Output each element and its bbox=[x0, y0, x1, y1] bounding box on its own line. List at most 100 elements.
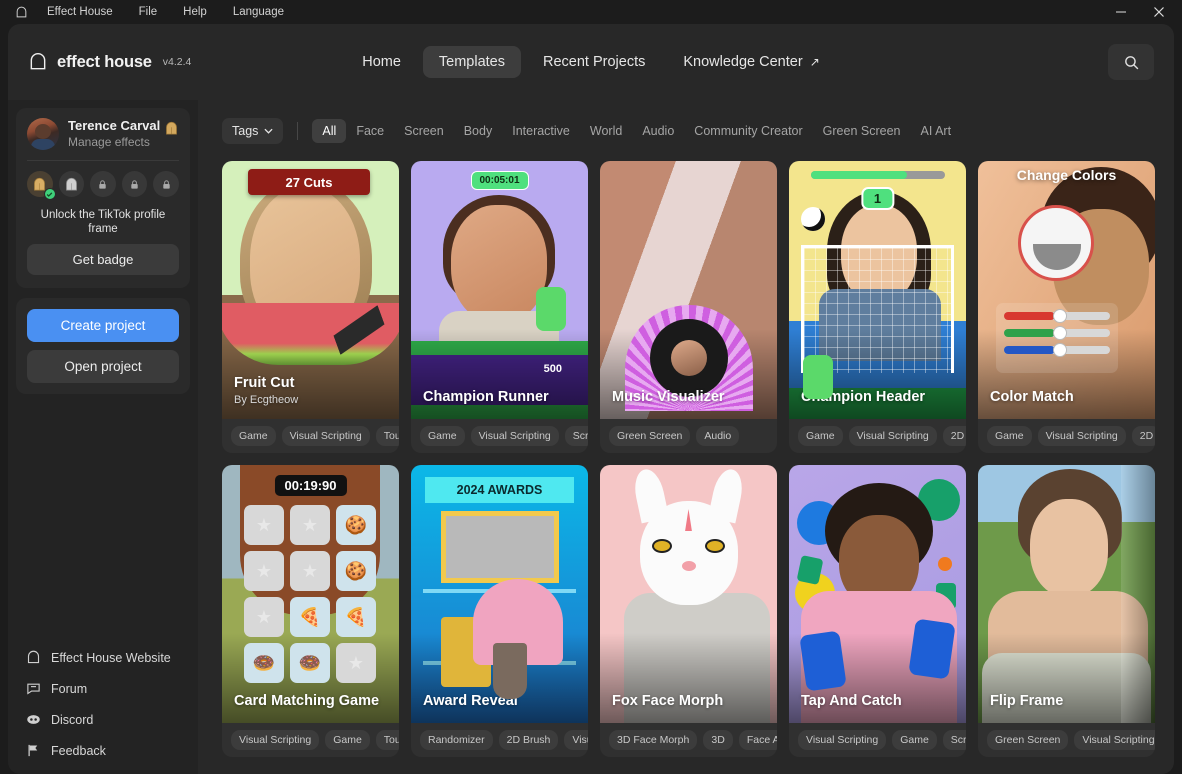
tag-pill[interactable]: Visual Scripting bbox=[798, 730, 887, 750]
menu-effect-house[interactable]: Effect House bbox=[34, 0, 126, 24]
content-area: Tags All Face Screen Body Interactive Wo… bbox=[198, 100, 1174, 774]
filter-chip-audio[interactable]: Audio bbox=[632, 119, 684, 143]
flag-icon bbox=[28, 744, 38, 757]
template-thumbnail: Change Colors Color Match bbox=[978, 161, 1155, 419]
template-card[interactable]: 27 Cuts Fruit Cut By Ecgtheow Game Visua… bbox=[222, 161, 399, 453]
tag-pill[interactable]: Touch bbox=[375, 426, 399, 446]
nav-templates[interactable]: Templates bbox=[422, 46, 521, 78]
menu-language[interactable]: Language bbox=[220, 0, 297, 24]
lock-icon bbox=[99, 179, 107, 189]
tag-pill[interactable]: Visual Scripting bbox=[848, 426, 937, 446]
tag-pill[interactable]: Face Aware bbox=[738, 730, 777, 750]
menu-help[interactable]: Help bbox=[170, 0, 220, 24]
template-card[interactable]: Music Visualizer Green Screen Audio bbox=[600, 161, 777, 453]
profile-panel: Terence Carval Manage effects Unlock the… bbox=[16, 108, 190, 288]
tag-pill[interactable]: Randomizer bbox=[420, 730, 493, 750]
tags-dropdown[interactable]: Tags bbox=[222, 118, 284, 144]
template-thumbnail: 2024 AWARDS Award Reveal bbox=[411, 465, 588, 723]
tag-pill[interactable]: 2D Physics bbox=[942, 426, 966, 446]
badge-slot-locked-1[interactable] bbox=[90, 171, 116, 197]
home-icon bbox=[30, 52, 46, 70]
tag-pill[interactable]: Audio bbox=[696, 426, 740, 446]
filter-chip-world[interactable]: World bbox=[580, 119, 632, 143]
create-project-button[interactable]: Create project bbox=[27, 309, 179, 342]
tag-pill[interactable]: Visual Scripting bbox=[281, 426, 370, 446]
badge-slot-locked-2[interactable] bbox=[121, 171, 148, 197]
badge-slot-locked-3[interactable] bbox=[153, 171, 179, 197]
menu-file[interactable]: File bbox=[126, 0, 171, 24]
filter-chip-green-screen[interactable]: Green Screen bbox=[813, 119, 911, 143]
sidebar-item-effect-house-website[interactable]: Effect House Website bbox=[26, 650, 186, 665]
profile-row[interactable]: Terence Carval Manage effects bbox=[27, 118, 179, 150]
brand[interactable]: effect house v4.2.4 bbox=[28, 52, 191, 72]
filter-chip-face[interactable]: Face bbox=[346, 119, 394, 143]
thumbnail-score: 500 bbox=[543, 363, 562, 375]
template-card[interactable]: Fox Face Morph 3D Face Morph 3D Face Awa… bbox=[600, 465, 777, 757]
tag-pill[interactable]: Game bbox=[892, 730, 937, 750]
tag-pill[interactable]: Green Screen bbox=[987, 730, 1069, 750]
filter-chip-body[interactable]: Body bbox=[454, 119, 503, 143]
nav-home[interactable]: Home bbox=[346, 46, 417, 78]
template-card[interactable]: Tap And Catch Visual Scripting Game Scre… bbox=[789, 465, 966, 757]
get-badge-button[interactable]: Get badge bbox=[27, 244, 179, 275]
tag-pill[interactable]: Game bbox=[325, 730, 370, 750]
search-icon bbox=[1124, 55, 1138, 69]
tag-pill[interactable]: Screen bbox=[942, 730, 966, 750]
template-title: Fox Face Morph bbox=[612, 693, 724, 709]
external-link-icon: ↗ bbox=[809, 55, 820, 69]
close-button[interactable] bbox=[1140, 0, 1178, 24]
brand-name: effect house bbox=[57, 52, 152, 71]
filter-chip-interactive[interactable]: Interactive bbox=[502, 119, 580, 143]
sidebar-link-label: Forum bbox=[51, 681, 88, 696]
tag-pill[interactable]: Visual Scripting bbox=[1074, 730, 1155, 750]
minimize-button[interactable] bbox=[1102, 0, 1140, 24]
badge-slot-silver[interactable] bbox=[58, 171, 85, 197]
template-card[interactable]: 1 Champion Header Game Visual Scripting … bbox=[789, 161, 966, 453]
tag-pill[interactable]: Visual Scripting bbox=[564, 730, 588, 750]
tag-pill[interactable]: 3D Face Morph bbox=[609, 730, 698, 750]
tag-pill[interactable]: 3D bbox=[703, 730, 733, 750]
template-card[interactable]: 500 00:05:01 Champion Runner Game Visual… bbox=[411, 161, 588, 453]
template-card[interactable]: 2024 AWARDS Award Reveal Randomizer 2D B… bbox=[411, 465, 588, 757]
discord-icon bbox=[27, 715, 40, 724]
thumbnail-overlay-text: Change Colors bbox=[1016, 167, 1117, 183]
nav-home-label: Home bbox=[362, 54, 401, 70]
filter-chip-ai-art[interactable]: AI Art bbox=[911, 119, 962, 143]
filter-chip-screen[interactable]: Screen bbox=[394, 119, 454, 143]
tag-pill[interactable]: 2D bbox=[1131, 426, 1155, 446]
nav-recent-projects[interactable]: Recent Projects bbox=[527, 46, 661, 78]
tag-pill[interactable]: Visual Scripting bbox=[1037, 426, 1126, 446]
tag-pill[interactable]: Game bbox=[987, 426, 1032, 446]
badge-slot-earned[interactable] bbox=[27, 171, 56, 200]
tag-pill[interactable]: Touch bbox=[375, 730, 399, 750]
tag-pill[interactable]: Visual Scripting bbox=[470, 426, 559, 446]
titlebar: Effect House File Help Language bbox=[0, 0, 1182, 24]
tag-pill[interactable]: Screen bbox=[564, 426, 588, 446]
filter-chip-all[interactable]: All bbox=[312, 119, 347, 143]
template-card[interactable]: Flip Frame Green Screen Visual Scripting bbox=[978, 465, 1155, 757]
badge-row bbox=[27, 171, 179, 200]
nav-knowledge-center[interactable]: Knowledge Center ↗ bbox=[667, 46, 835, 78]
template-card[interactable]: 00:19:90 ★ ★ 🍪 ★ ★ 🍪 ★ 🍕 🍕 🍩 🍩 ★ Card Matching G… bbox=[222, 465, 399, 757]
open-project-button[interactable]: Open project bbox=[27, 350, 179, 383]
manage-effects-link[interactable]: Manage effects bbox=[68, 134, 160, 150]
tag-pill[interactable]: Game bbox=[798, 426, 843, 446]
search-button[interactable] bbox=[1108, 44, 1154, 80]
sidebar-item-forum[interactable]: Forum bbox=[26, 681, 186, 696]
unlock-text: Unlock the TikTok profile frame bbox=[40, 209, 166, 235]
tag-pill[interactable]: Green Screen bbox=[609, 426, 691, 446]
filter-chip-community-creator[interactable]: Community Creator bbox=[684, 119, 812, 143]
template-title: Fruit Cut bbox=[234, 375, 295, 391]
template-title: Music Visualizer bbox=[612, 389, 725, 405]
sidebar-item-discord[interactable]: Discord bbox=[26, 712, 186, 727]
tag-pill[interactable]: 2D Brush bbox=[498, 730, 559, 750]
filter-bar: Tags All Face Screen Body Interactive Wo… bbox=[198, 116, 1174, 146]
tag-pill[interactable]: Game bbox=[231, 426, 276, 446]
template-title: Champion Runner bbox=[423, 389, 549, 405]
tag-pill[interactable]: Visual Scripting bbox=[231, 730, 320, 750]
home-icon[interactable] bbox=[8, 6, 34, 19]
template-card[interactable]: Change Colors Color Match Game Visual Sc… bbox=[978, 161, 1155, 453]
tag-pill[interactable]: Game bbox=[420, 426, 465, 446]
sidebar-item-feedback[interactable]: Feedback bbox=[26, 743, 186, 758]
template-grid: 27 Cuts Fruit Cut By Ecgtheow Game Visua… bbox=[220, 146, 1174, 757]
